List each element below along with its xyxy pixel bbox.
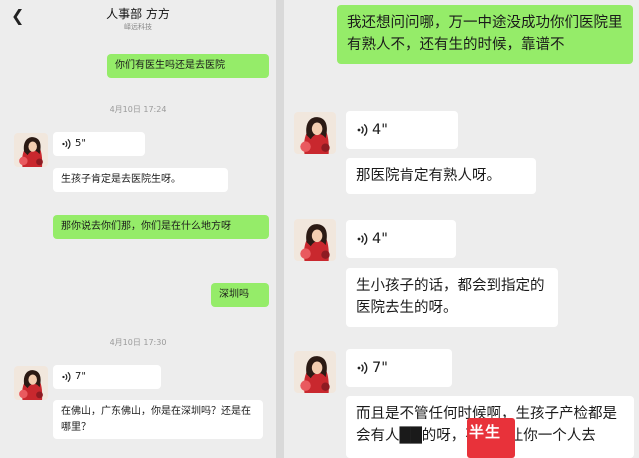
voice-wave-icon [356, 361, 368, 375]
avatar[interactable] [294, 351, 336, 393]
voice-duration: 7" [372, 359, 388, 376]
received-message[interactable]: 生孩子肯定是去医院生呀。 [53, 168, 228, 192]
timestamp: 4月10日 17:24 [109, 105, 167, 114]
voice-duration: 7" [75, 371, 86, 383]
voice-message[interactable]: 4" [346, 111, 458, 149]
watermark-text: 半生 [469, 423, 502, 441]
left-chat-panel: ❮ 人事部 方方 峄远科技 你们有医生吗还是去医院 4月10日 17:24 5"… [0, 0, 276, 458]
chat-subtitle: 峄远科技 [124, 23, 152, 31]
sent-message[interactable]: 深圳吗 [211, 283, 269, 307]
voice-duration: 5" [75, 138, 86, 150]
sent-message[interactable]: 那你说去你们那，你们是在什么地方呀 [53, 215, 269, 239]
voice-message[interactable]: 7" [53, 365, 161, 389]
received-message[interactable]: 生小孩子的话，都会到指定的医院去生的呀。 [346, 268, 558, 327]
chat-title: 人事部 方方 [106, 7, 170, 21]
avatar[interactable] [294, 219, 336, 261]
chat-header: ❮ 人事部 方方 峄远科技 [0, 0, 276, 38]
right-chat-panel: 我还想问问哪，万一中途没成功你们医院里有熟人不，还有生的时候，靠谱不 4" 那医… [284, 0, 639, 458]
received-message[interactable]: 那医院肯定有熟人呀。 [346, 158, 536, 195]
avatar[interactable] [14, 366, 48, 400]
sent-message[interactable]: 我还想问问哪，万一中途没成功你们医院里有熟人不，还有生的时候，靠谱不 [337, 5, 633, 64]
voice-wave-icon [61, 138, 71, 150]
voice-duration: 4" [372, 230, 388, 247]
voice-message[interactable]: 7" [346, 349, 452, 387]
voice-message[interactable]: 5" [53, 132, 145, 156]
avatar[interactable] [294, 112, 336, 154]
voice-message[interactable]: 4" [346, 220, 456, 258]
received-message[interactable]: 在佛山，广东佛山，你是在深圳吗？还是在哪里？ [53, 400, 263, 439]
sent-message[interactable]: 你们有医生吗还是去医院 [107, 54, 269, 78]
voice-duration: 4" [372, 121, 388, 138]
timestamp: 4月10日 17:30 [109, 338, 167, 347]
voice-wave-icon [61, 371, 71, 383]
voice-wave-icon [356, 232, 368, 246]
avatar[interactable] [14, 133, 48, 167]
voice-wave-icon [356, 123, 368, 137]
